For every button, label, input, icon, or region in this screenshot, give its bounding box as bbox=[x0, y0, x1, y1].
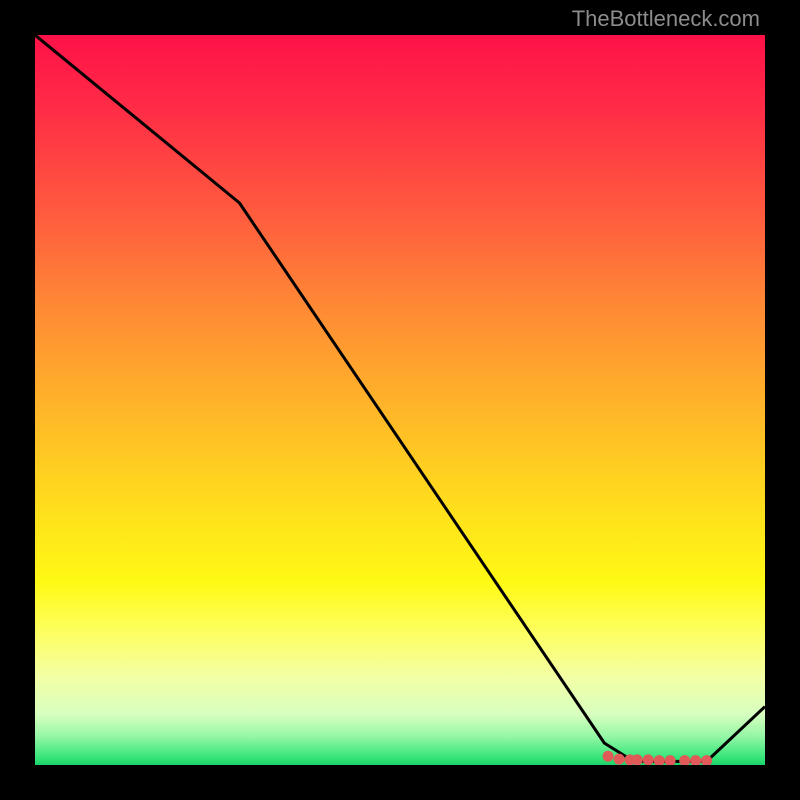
data-marker bbox=[654, 755, 665, 765]
data-line bbox=[35, 35, 765, 761]
line-plot bbox=[35, 35, 765, 765]
watermark-label: TheBottleneck.com bbox=[572, 6, 760, 32]
plot-area bbox=[35, 35, 765, 765]
data-marker bbox=[614, 754, 625, 765]
data-marker bbox=[643, 754, 654, 765]
data-marker bbox=[679, 755, 690, 765]
data-marker bbox=[690, 755, 701, 765]
data-marker bbox=[632, 754, 643, 765]
chart-container: TheBottleneck.com bbox=[0, 0, 800, 800]
data-marker bbox=[665, 755, 676, 765]
data-marker bbox=[603, 751, 614, 762]
